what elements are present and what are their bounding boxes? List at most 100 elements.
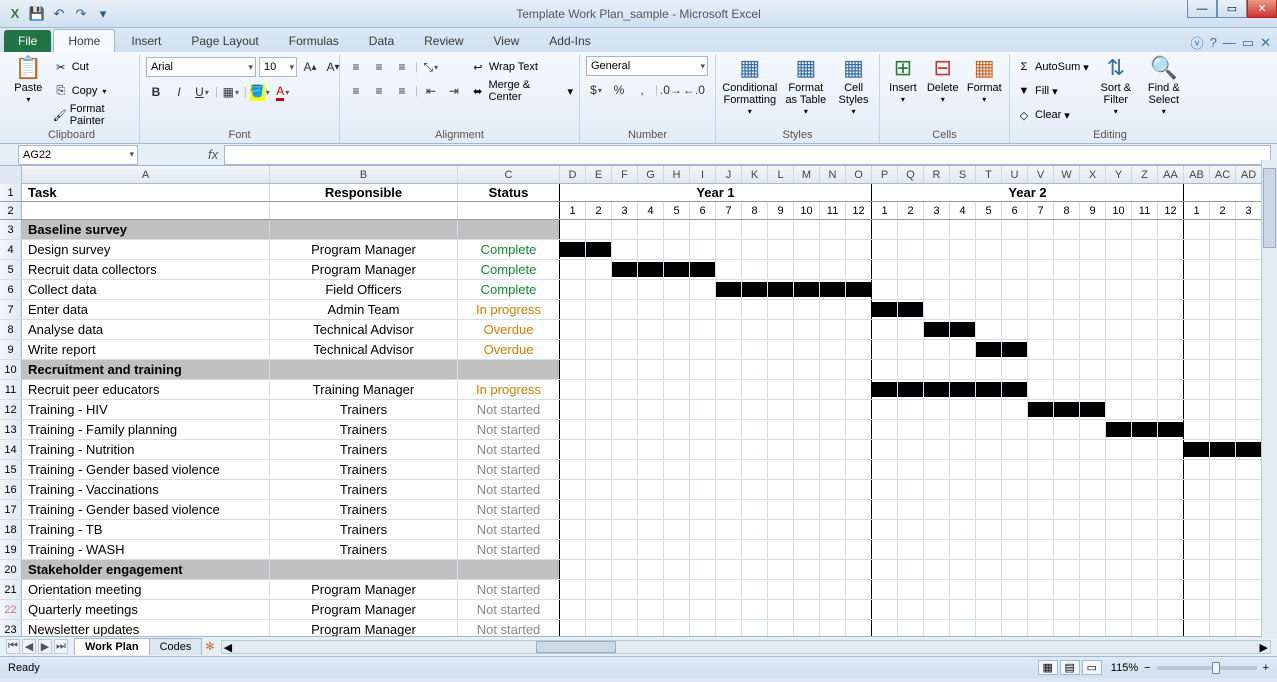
tab-addins[interactable]: Add-Ins — [535, 30, 604, 52]
table-row[interactable]: 17Training - Gender based violenceTraine… — [0, 500, 1277, 520]
table-row[interactable]: 6Collect dataField OfficersComplete — [0, 280, 1277, 300]
row-header[interactable]: 12 — [0, 400, 22, 419]
grid-body[interactable]: 3Baseline survey4Design surveyProgram Ma… — [0, 220, 1277, 636]
tab-view[interactable]: View — [480, 30, 534, 52]
fill-color-button[interactable]: 🪣▾ — [250, 82, 270, 102]
table-row[interactable]: 13Training - Family planningTrainersNot … — [0, 420, 1277, 440]
cut-button[interactable]: ✂Cut — [53, 56, 133, 78]
row-header[interactable]: 6 — [0, 280, 22, 299]
wrap-text-button[interactable]: ↩Wrap Text — [470, 56, 573, 78]
find-select-button[interactable]: 🔍Find & Select▾ — [1143, 56, 1185, 117]
table-row[interactable]: 12Training - HIVTrainersNot started — [0, 400, 1277, 420]
col-header[interactable]: L — [768, 166, 794, 183]
table-row[interactable]: 7Enter dataAdmin TeamIn progress — [0, 300, 1277, 320]
col-header[interactable]: C — [458, 166, 560, 183]
row-header[interactable]: 5 — [0, 260, 22, 279]
scrollbar-thumb[interactable] — [536, 641, 616, 653]
bold-button[interactable]: B — [146, 82, 166, 102]
font-size-select[interactable]: 10 — [259, 57, 297, 77]
file-tab[interactable]: File — [4, 30, 51, 52]
table-row[interactable]: 4Design surveyProgram ManagerComplete — [0, 240, 1277, 260]
formula-input[interactable] — [224, 145, 1271, 165]
col-header[interactable]: Z — [1132, 166, 1158, 183]
row-header[interactable]: 20 — [0, 560, 22, 579]
row-header[interactable]: 22 — [0, 600, 22, 619]
col-header[interactable]: U — [1002, 166, 1028, 183]
col-header[interactable]: M — [794, 166, 820, 183]
col-header[interactable]: S — [950, 166, 976, 183]
horizontal-scrollbar[interactable]: ◀ ▶ — [221, 640, 1271, 654]
tab-insert[interactable]: Insert — [117, 30, 175, 52]
col-header[interactable]: K — [742, 166, 768, 183]
col-header[interactable]: J — [716, 166, 742, 183]
row-header[interactable]: 13 — [0, 420, 22, 439]
increase-font-icon[interactable]: A▴ — [300, 57, 320, 77]
row-header[interactable]: 18 — [0, 520, 22, 539]
row-header[interactable]: 7 — [0, 300, 22, 319]
col-header[interactable]: AC — [1210, 166, 1236, 183]
conditional-formatting-button[interactable]: ▦Conditional Formatting▾ — [722, 56, 778, 117]
table-row[interactable]: 10Recruitment and training — [0, 360, 1277, 380]
delete-cells-button[interactable]: ⊟Delete▾ — [926, 56, 960, 105]
col-header[interactable]: Q — [898, 166, 924, 183]
col-header[interactable]: P — [872, 166, 898, 183]
comma-format-icon[interactable]: , — [632, 80, 652, 100]
zoom-in-icon[interactable]: + — [1263, 662, 1269, 674]
col-header[interactable]: A — [22, 166, 270, 183]
sheet-nav-last-icon[interactable]: ⏭ — [54, 639, 68, 654]
align-bottom-icon[interactable]: ≡ — [392, 57, 412, 77]
normal-view-icon[interactable]: ▦ — [1038, 660, 1058, 675]
table-row[interactable]: 8Analyse dataTechnical AdvisorOverdue — [0, 320, 1277, 340]
close-button[interactable]: ✕ — [1247, 0, 1277, 18]
new-sheet-icon[interactable]: ✻ — [205, 640, 214, 653]
select-all-corner[interactable] — [0, 166, 22, 184]
paste-button[interactable]: 📋 Paste ▾ — [10, 56, 47, 105]
align-top-icon[interactable]: ≡ — [346, 57, 366, 77]
row-header[interactable]: 10 — [0, 360, 22, 379]
table-row[interactable]: 11Recruit peer educatorsTraining Manager… — [0, 380, 1277, 400]
format-as-table-button[interactable]: ▦Format as Table▾ — [784, 56, 828, 117]
table-row[interactable]: 16Training - VaccinationsTrainersNot sta… — [0, 480, 1277, 500]
merge-center-button[interactable]: ⬌Merge & Center▾ — [470, 80, 573, 102]
col-header[interactable]: E — [586, 166, 612, 183]
italic-button[interactable]: I — [169, 82, 189, 102]
fx-icon[interactable]: fx — [208, 147, 218, 162]
workbook-restore-icon[interactable]: ▭ — [1242, 35, 1254, 51]
number-format-select[interactable]: General — [586, 56, 708, 76]
col-header[interactable]: AB — [1184, 166, 1210, 183]
table-row[interactable]: 23Newsletter updatesProgram ManagerNot s… — [0, 620, 1277, 636]
page-break-view-icon[interactable]: ▭ — [1082, 660, 1102, 675]
tab-page-layout[interactable]: Page Layout — [177, 30, 272, 52]
row-header[interactable]: 21 — [0, 580, 22, 599]
clear-button[interactable]: ◇Clear▾ — [1016, 104, 1089, 126]
row-header[interactable]: 19 — [0, 540, 22, 559]
borders-button[interactable]: ▦▾ — [221, 82, 241, 102]
col-header[interactable]: T — [976, 166, 1002, 183]
orientation-icon[interactable]: ⤡▾ — [421, 57, 441, 77]
sheet-nav-first-icon[interactable]: ⏮ — [6, 639, 20, 654]
autosum-button[interactable]: ΣAutoSum▾ — [1016, 56, 1089, 78]
qat-customize-icon[interactable]: ▾ — [94, 5, 112, 23]
align-left-icon[interactable]: ≡ — [346, 81, 366, 101]
accounting-format-icon[interactable]: $▾ — [586, 80, 606, 100]
row-header[interactable]: 4 — [0, 240, 22, 259]
tab-data[interactable]: Data — [355, 30, 408, 52]
maximize-button[interactable]: ▭ — [1217, 0, 1247, 18]
col-header[interactable]: O — [846, 166, 872, 183]
tab-formulas[interactable]: Formulas — [275, 30, 353, 52]
row-header[interactable]: 3 — [0, 220, 22, 239]
fill-button[interactable]: ▼Fill▾ — [1016, 80, 1089, 102]
row-header[interactable]: 11 — [0, 380, 22, 399]
col-header[interactable]: H — [664, 166, 690, 183]
row-header[interactable]: 17 — [0, 500, 22, 519]
col-header[interactable]: B — [270, 166, 458, 183]
underline-button[interactable]: U▾ — [192, 82, 212, 102]
col-header[interactable]: X — [1080, 166, 1106, 183]
page-layout-view-icon[interactable]: ▤ — [1060, 660, 1080, 675]
table-row[interactable]: 14Training - NutritionTrainersNot starte… — [0, 440, 1277, 460]
col-header[interactable]: N — [820, 166, 846, 183]
align-center-icon[interactable]: ≡ — [369, 81, 389, 101]
vertical-scrollbar[interactable] — [1261, 160, 1277, 638]
col-header[interactable]: G — [638, 166, 664, 183]
redo-icon[interactable]: ↷ — [72, 5, 90, 23]
